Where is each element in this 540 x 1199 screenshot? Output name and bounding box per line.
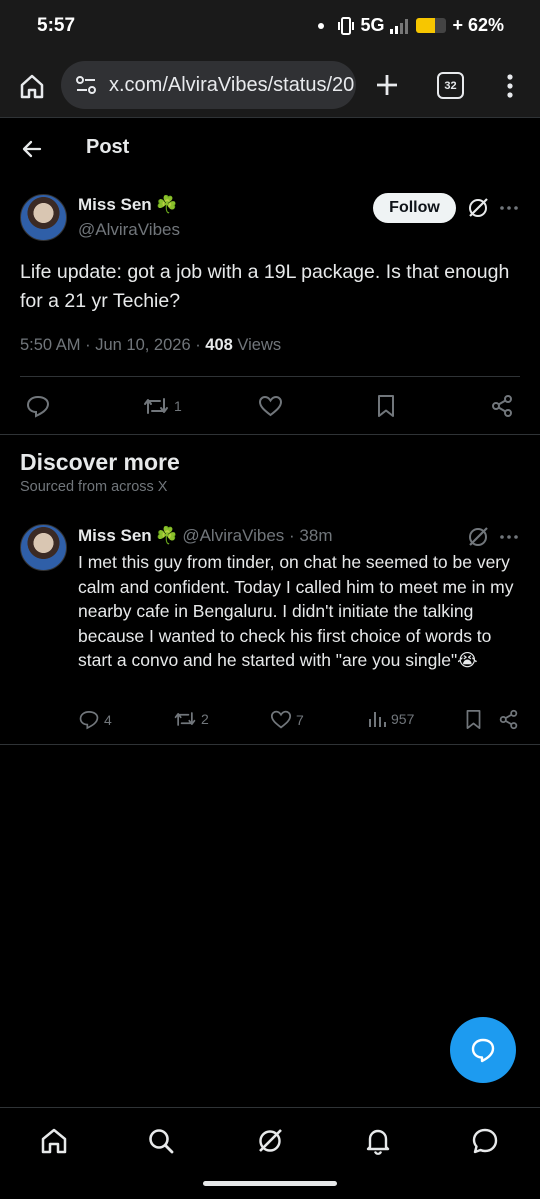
share-icon[interactable] xyxy=(490,394,514,418)
repost-action[interactable]: 1 xyxy=(142,395,182,417)
page-title: Post xyxy=(86,136,130,158)
battery-fill xyxy=(416,18,436,33)
tweet-author-handle[interactable]: @AlviraVibes · 38m xyxy=(178,526,332,545)
notifications-icon[interactable] xyxy=(363,1126,393,1156)
like-icon[interactable] xyxy=(258,394,283,418)
repost-icon xyxy=(174,712,196,726)
reply-count: 4 xyxy=(104,711,112,728)
post-timestamp: 5:50 AM · Jun 10, 2026 · xyxy=(20,336,206,354)
more-options-icon[interactable] xyxy=(498,200,520,216)
battery-percent: + 62% xyxy=(452,15,504,35)
tweet-author-line[interactable]: Miss Sen ☘️ @AlviraVibes · 38m xyxy=(78,526,332,546)
author-name[interactable]: Miss Sen ☘️ xyxy=(78,195,178,215)
repost-action[interactable]: 2 xyxy=(173,709,209,729)
like-icon xyxy=(270,710,292,729)
notification-dot-icon xyxy=(318,22,325,29)
discover-subtitle: Sourced from across X xyxy=(20,479,168,495)
post-meta: 5:50 AM · Jun 10, 2026 · 408 Views xyxy=(20,336,281,355)
author-handle[interactable]: @AlviraVibes xyxy=(78,220,180,240)
tweet-author-name[interactable]: Miss Sen ☘️ xyxy=(78,526,178,545)
back-arrow-icon[interactable] xyxy=(20,137,44,161)
status-indicators: 5G + 62% xyxy=(318,15,504,36)
repost-icon xyxy=(144,398,168,414)
reply-icon xyxy=(79,711,99,730)
grok-icon[interactable] xyxy=(466,196,490,220)
analytics-icon xyxy=(369,712,386,727)
more-options-icon[interactable] xyxy=(498,529,520,545)
grok-icon[interactable] xyxy=(255,1126,285,1156)
new-tab-icon[interactable] xyxy=(372,70,402,100)
follow-button[interactable]: Follow xyxy=(373,193,456,223)
share-icon[interactable] xyxy=(498,709,519,730)
like-count: 7 xyxy=(296,711,304,728)
tweet-text[interactable]: I met this guy from tinder, on chat he s… xyxy=(78,550,523,673)
status-time: 5:57 xyxy=(37,15,76,36)
bookmark-icon[interactable] xyxy=(375,394,397,418)
status-bar: 5:57 5G + 62% xyxy=(0,0,540,54)
discover-title: Discover more xyxy=(20,449,180,475)
browser-home-icon[interactable] xyxy=(17,71,47,101)
post-text: Life update: got a job with a 19L packag… xyxy=(20,261,510,312)
tab-switcher-button[interactable]: 32 xyxy=(437,72,464,99)
floating-chat-button[interactable] xyxy=(450,1017,516,1083)
divider xyxy=(0,434,540,435)
home-icon[interactable] xyxy=(39,1126,69,1156)
chat-bubble-icon xyxy=(471,1038,495,1063)
gesture-home-indicator[interactable] xyxy=(203,1181,337,1186)
repost-count: 1 xyxy=(174,398,182,414)
reply-icon[interactable] xyxy=(25,394,51,418)
reply-action[interactable]: 4 xyxy=(78,709,112,730)
messages-icon[interactable] xyxy=(470,1126,500,1156)
views-count: 957 xyxy=(391,711,415,727)
signal-icon xyxy=(390,18,409,34)
tweet-avatar[interactable] xyxy=(20,524,67,571)
browser-toolbar: x.com/AlviraVibes/status/20 32 xyxy=(0,54,540,118)
repost-count: 2 xyxy=(201,711,209,727)
site-settings-icon[interactable] xyxy=(75,75,97,95)
bookmark-icon[interactable] xyxy=(464,709,483,730)
divider xyxy=(20,376,520,377)
like-action[interactable]: 7 xyxy=(270,709,304,730)
vibrate-icon xyxy=(338,16,355,35)
network-type: 5G xyxy=(360,15,385,35)
divider xyxy=(0,744,540,745)
views-count: 408 xyxy=(205,336,233,354)
battery-icon xyxy=(416,18,447,33)
views-label: Views xyxy=(232,336,282,354)
browser-menu-icon[interactable] xyxy=(500,71,520,101)
views-action[interactable]: 957 xyxy=(367,709,414,729)
address-bar[interactable]: x.com/AlviraVibes/status/20 xyxy=(61,61,356,109)
post-header: Post xyxy=(0,119,540,177)
url-text: x.com/AlviraVibes/status/20 xyxy=(109,73,355,96)
search-icon[interactable] xyxy=(146,1126,176,1156)
author-avatar[interactable] xyxy=(20,194,67,241)
grok-icon[interactable] xyxy=(466,525,490,549)
